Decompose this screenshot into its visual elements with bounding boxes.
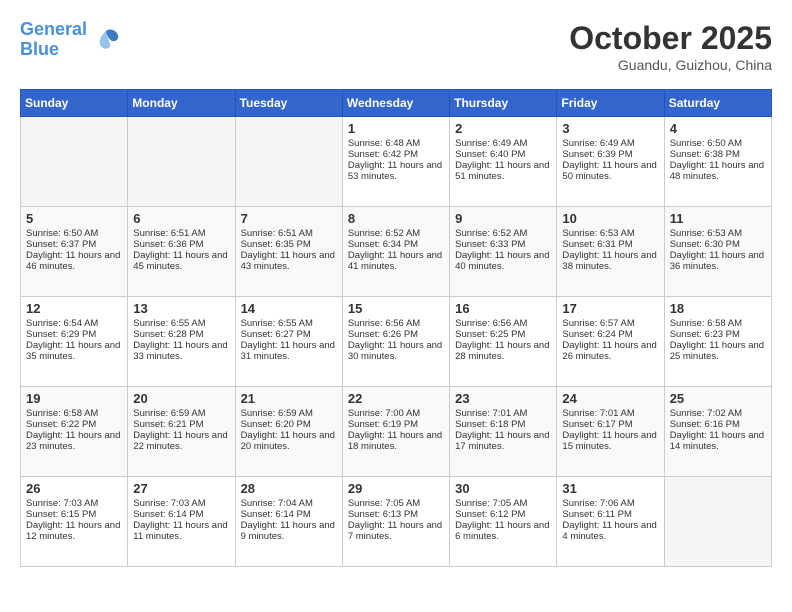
day-number: 23 (455, 391, 551, 406)
calendar-cell (128, 117, 235, 207)
calendar-cell: 14Sunrise: 6:55 AMSunset: 6:27 PMDayligh… (235, 297, 342, 387)
weekday-header-monday: Monday (128, 90, 235, 117)
day-number: 16 (455, 301, 551, 316)
day-number: 7 (241, 211, 337, 226)
weekday-header-wednesday: Wednesday (342, 90, 449, 117)
header-row: SundayMondayTuesdayWednesdayThursdayFrid… (21, 90, 772, 117)
calendar-cell: 12Sunrise: 6:54 AMSunset: 6:29 PMDayligh… (21, 297, 128, 387)
day-number: 24 (562, 391, 658, 406)
day-number: 4 (670, 121, 766, 136)
day-number: 15 (348, 301, 444, 316)
week-row-3: 12Sunrise: 6:54 AMSunset: 6:29 PMDayligh… (21, 297, 772, 387)
calendar-cell: 24Sunrise: 7:01 AMSunset: 6:17 PMDayligh… (557, 387, 664, 477)
day-number: 30 (455, 481, 551, 496)
calendar-cell: 25Sunrise: 7:02 AMSunset: 6:16 PMDayligh… (664, 387, 771, 477)
calendar-cell: 13Sunrise: 6:55 AMSunset: 6:28 PMDayligh… (128, 297, 235, 387)
calendar-cell (664, 477, 771, 567)
month-title: October 2025 (569, 20, 772, 57)
calendar-cell: 17Sunrise: 6:57 AMSunset: 6:24 PMDayligh… (557, 297, 664, 387)
week-row-1: 1Sunrise: 6:48 AMSunset: 6:42 PMDaylight… (21, 117, 772, 207)
day-number: 3 (562, 121, 658, 136)
week-row-2: 5Sunrise: 6:50 AMSunset: 6:37 PMDaylight… (21, 207, 772, 297)
day-number: 12 (26, 301, 122, 316)
calendar-cell: 19Sunrise: 6:58 AMSunset: 6:22 PMDayligh… (21, 387, 128, 477)
day-number: 18 (670, 301, 766, 316)
calendar-cell: 23Sunrise: 7:01 AMSunset: 6:18 PMDayligh… (450, 387, 557, 477)
weekday-header-friday: Friday (557, 90, 664, 117)
calendar-cell: 4Sunrise: 6:50 AMSunset: 6:38 PMDaylight… (664, 117, 771, 207)
day-number: 27 (133, 481, 229, 496)
day-number: 22 (348, 391, 444, 406)
day-number: 5 (26, 211, 122, 226)
calendar-cell: 29Sunrise: 7:05 AMSunset: 6:13 PMDayligh… (342, 477, 449, 567)
day-number: 20 (133, 391, 229, 406)
day-number: 26 (26, 481, 122, 496)
weekday-header-sunday: Sunday (21, 90, 128, 117)
day-number: 10 (562, 211, 658, 226)
weekday-header-tuesday: Tuesday (235, 90, 342, 117)
calendar-cell: 5Sunrise: 6:50 AMSunset: 6:37 PMDaylight… (21, 207, 128, 297)
day-number: 1 (348, 121, 444, 136)
calendar-cell: 9Sunrise: 6:52 AMSunset: 6:33 PMDaylight… (450, 207, 557, 297)
day-number: 13 (133, 301, 229, 316)
logo: General Blue (20, 20, 121, 60)
day-number: 2 (455, 121, 551, 136)
day-number: 29 (348, 481, 444, 496)
calendar-cell: 15Sunrise: 6:56 AMSunset: 6:26 PMDayligh… (342, 297, 449, 387)
calendar-cell (235, 117, 342, 207)
calendar-cell: 28Sunrise: 7:04 AMSunset: 6:14 PMDayligh… (235, 477, 342, 567)
calendar-cell: 21Sunrise: 6:59 AMSunset: 6:20 PMDayligh… (235, 387, 342, 477)
day-number: 25 (670, 391, 766, 406)
day-number: 8 (348, 211, 444, 226)
logo-bird-icon (91, 25, 121, 55)
weekday-header-saturday: Saturday (664, 90, 771, 117)
calendar-cell: 3Sunrise: 6:49 AMSunset: 6:39 PMDaylight… (557, 117, 664, 207)
calendar-cell: 7Sunrise: 6:51 AMSunset: 6:35 PMDaylight… (235, 207, 342, 297)
day-number: 28 (241, 481, 337, 496)
calendar-cell: 11Sunrise: 6:53 AMSunset: 6:30 PMDayligh… (664, 207, 771, 297)
page-header: General Blue October 2025 Guandu, Guizho… (20, 20, 772, 73)
logo-text: General Blue (20, 20, 87, 60)
calendar-cell: 1Sunrise: 6:48 AMSunset: 6:42 PMDaylight… (342, 117, 449, 207)
week-row-5: 26Sunrise: 7:03 AMSunset: 6:15 PMDayligh… (21, 477, 772, 567)
calendar-cell: 10Sunrise: 6:53 AMSunset: 6:31 PMDayligh… (557, 207, 664, 297)
day-number: 9 (455, 211, 551, 226)
calendar-cell: 18Sunrise: 6:58 AMSunset: 6:23 PMDayligh… (664, 297, 771, 387)
day-number: 6 (133, 211, 229, 226)
calendar-cell: 27Sunrise: 7:03 AMSunset: 6:14 PMDayligh… (128, 477, 235, 567)
day-number: 19 (26, 391, 122, 406)
calendar-cell: 26Sunrise: 7:03 AMSunset: 6:15 PMDayligh… (21, 477, 128, 567)
title-block: October 2025 Guandu, Guizhou, China (569, 20, 772, 73)
day-number: 17 (562, 301, 658, 316)
day-number: 11 (670, 211, 766, 226)
weekday-header-thursday: Thursday (450, 90, 557, 117)
day-number: 31 (562, 481, 658, 496)
location: Guandu, Guizhou, China (569, 57, 772, 73)
day-number: 21 (241, 391, 337, 406)
week-row-4: 19Sunrise: 6:58 AMSunset: 6:22 PMDayligh… (21, 387, 772, 477)
calendar-cell: 8Sunrise: 6:52 AMSunset: 6:34 PMDaylight… (342, 207, 449, 297)
calendar-cell: 30Sunrise: 7:05 AMSunset: 6:12 PMDayligh… (450, 477, 557, 567)
calendar-cell: 31Sunrise: 7:06 AMSunset: 6:11 PMDayligh… (557, 477, 664, 567)
calendar-cell: 20Sunrise: 6:59 AMSunset: 6:21 PMDayligh… (128, 387, 235, 477)
calendar-cell: 6Sunrise: 6:51 AMSunset: 6:36 PMDaylight… (128, 207, 235, 297)
day-number: 14 (241, 301, 337, 316)
calendar-cell: 22Sunrise: 7:00 AMSunset: 6:19 PMDayligh… (342, 387, 449, 477)
calendar-cell: 16Sunrise: 6:56 AMSunset: 6:25 PMDayligh… (450, 297, 557, 387)
calendar-cell (21, 117, 128, 207)
calendar-cell: 2Sunrise: 6:49 AMSunset: 6:40 PMDaylight… (450, 117, 557, 207)
calendar-table: SundayMondayTuesdayWednesdayThursdayFrid… (20, 89, 772, 567)
